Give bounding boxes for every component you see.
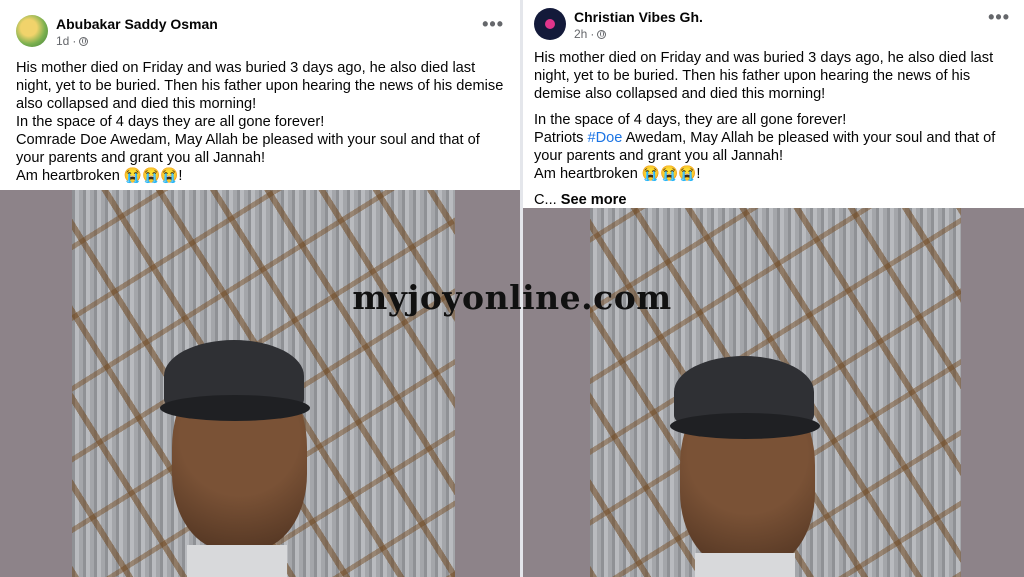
cap-brim [160,395,310,421]
truncated-line: C... See more [534,192,627,208]
post-meta: 1d · [56,34,89,48]
post-photo [590,208,961,577]
hashtag-link[interactable]: #Doe [588,130,623,146]
cap-brim [670,413,820,439]
person-shirt [695,553,795,577]
globe-icon [597,29,607,39]
post-paragraph: In the space of 4 days they are all gone… [16,114,325,130]
post-header: Abubakar Saddy Osman 1d · ••• [16,15,504,55]
see-more-link[interactable]: See more [561,192,627,208]
post-paragraph: His mother died on Friday and was buried… [534,50,994,102]
globe-icon [79,36,89,46]
post-photo-frame[interactable] [523,208,1024,577]
post-time[interactable]: 1d [56,34,69,48]
person-shirt [187,545,287,577]
post-paragraph: Am heartbroken 😭😭😭! [534,166,701,182]
avatar[interactable] [16,15,48,47]
post-paragraph: In the space of 4 days, they are all gon… [534,112,847,128]
avatar[interactable] [534,8,566,40]
post-paragraph: His mother died on Friday and was buried… [16,60,504,112]
post-paragraph: Comrade Doe Awedam, May Allah be pleased… [16,132,480,166]
more-options-icon[interactable]: ••• [482,15,504,33]
post-text: His mother died on Friday and was buried… [534,49,1016,209]
post-photo-frame[interactable] [0,190,520,577]
author-name[interactable]: Abubakar Saddy Osman [56,15,218,33]
post-meta: 2h · [574,27,607,41]
post-paragraph: Patriots #Doe Awedam, May Allah be pleas… [534,130,996,164]
author-name[interactable]: Christian Vibes Gh. [574,8,703,26]
post-paragraph: Am heartbroken 😭😭😭! [16,168,183,184]
post-photo [72,190,455,577]
post-header: Christian Vibes Gh. 2h · ••• [534,8,1010,48]
more-options-icon[interactable]: ••• [988,8,1010,26]
watermark: myjoyonline.com [352,278,672,317]
post-text: His mother died on Friday and was buried… [16,59,510,185]
post-time[interactable]: 2h [574,27,587,41]
